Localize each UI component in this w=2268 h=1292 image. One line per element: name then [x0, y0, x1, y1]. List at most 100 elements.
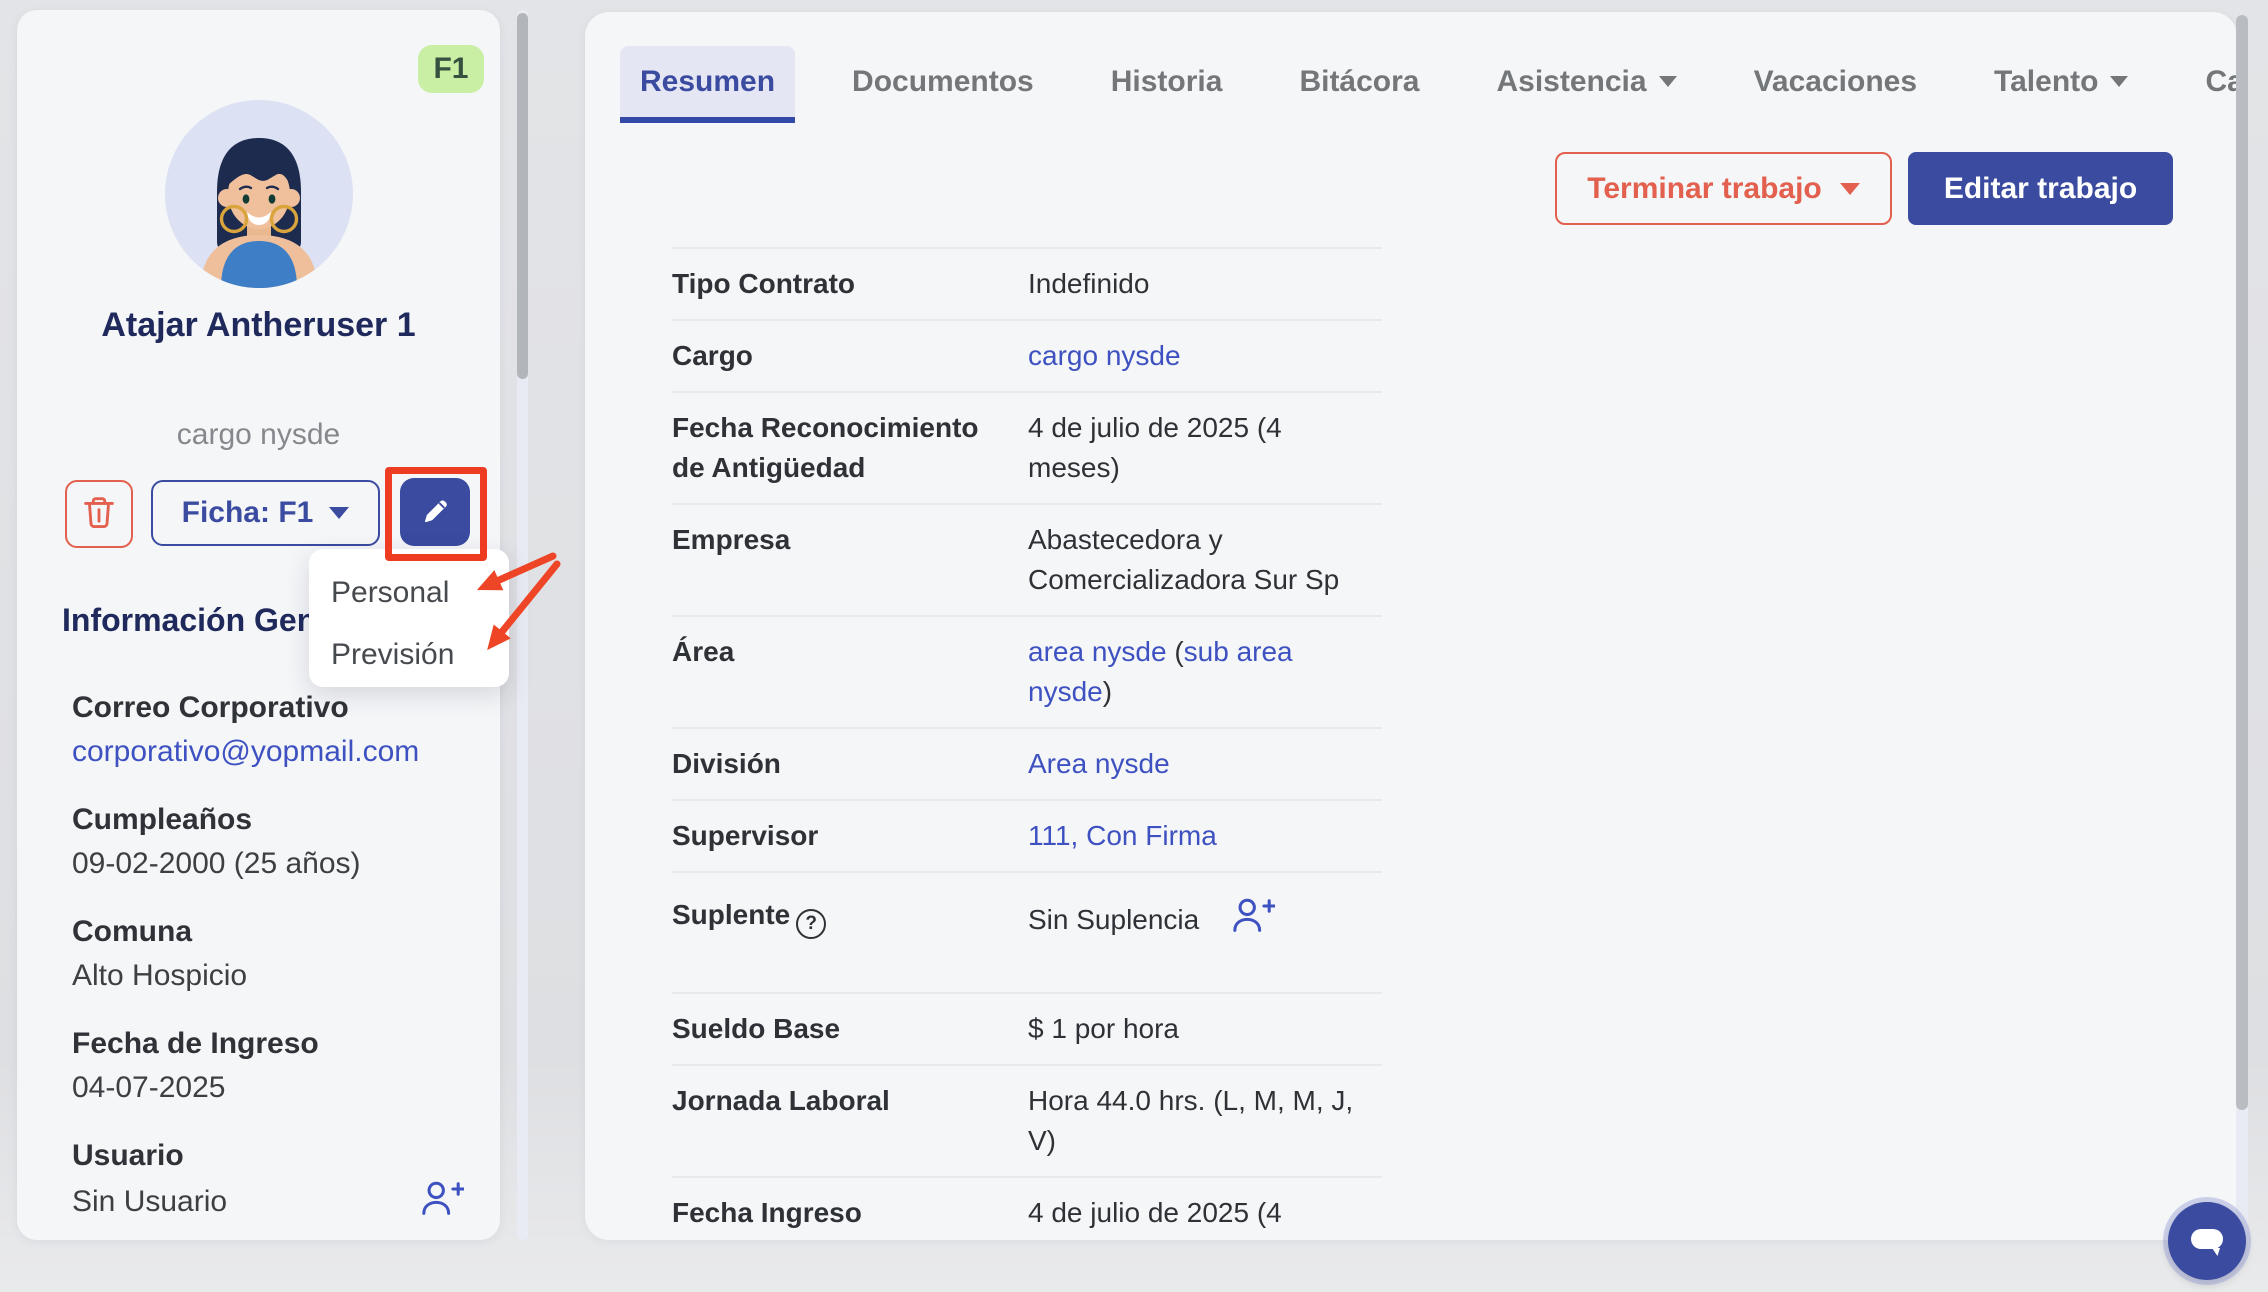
- tab-bitacora[interactable]: Bitácora: [1279, 46, 1439, 123]
- detail-label-text: Fecha Reconocimiento de Antigüedad: [672, 412, 979, 483]
- field-value-link[interactable]: corporativo@yopmail.com: [72, 730, 419, 774]
- detail-value-text: 4 de julio de 2025 (4 meses): [1028, 1197, 1282, 1240]
- detail-value: $ 1 por hora: [1028, 1009, 1373, 1049]
- tab-label: Vacaciones: [1754, 65, 1917, 99]
- field-label: Cumpleaños: [72, 798, 464, 842]
- tab-label: Historia: [1111, 65, 1223, 99]
- terminar-trabajo-button[interactable]: Terminar trabajo: [1555, 152, 1892, 225]
- field-value-row: corporativo@yopmail.com: [72, 730, 464, 774]
- detail-value-text: 4 de julio de 2025 (4 meses): [1028, 412, 1282, 483]
- detail-value-link[interactable]: cargo nysde: [1028, 340, 1181, 371]
- status-badge: F1: [418, 45, 484, 93]
- edit-profile-button[interactable]: [400, 478, 470, 546]
- detail-value: Area nysde: [1028, 744, 1373, 784]
- detail-label-text: Empresa: [672, 524, 790, 555]
- detail-value-text: ): [1103, 676, 1112, 707]
- detail-value: 4 de julio de 2025 (4 meses): [1028, 408, 1373, 488]
- ficha-selector-dropdown[interactable]: Ficha: F1: [151, 480, 380, 546]
- tab-documentos[interactable]: Documentos: [832, 46, 1054, 123]
- main-scrollbar-track: [2236, 15, 2248, 1240]
- tab-capacitaciones[interactable]: Capacitaciones: [2185, 46, 2237, 123]
- tab-label: Asistencia: [1496, 65, 1646, 99]
- editar-trabajo-button[interactable]: Editar trabajo: [1908, 152, 2173, 225]
- field-value: 09-02-2000 (25 años): [72, 842, 361, 886]
- field-label: Comuna: [72, 910, 464, 954]
- detail-label: Suplente?: [672, 895, 1004, 948]
- tab-label: Talento: [1994, 65, 2098, 99]
- info-field-correo-corporativo: Correo Corporativocorporativo@yopmail.co…: [72, 686, 464, 774]
- detail-value-text: $ 1 por hora: [1028, 1013, 1179, 1044]
- tab-talento[interactable]: Talento: [1974, 46, 2148, 123]
- detail-label: Área: [672, 632, 1004, 712]
- detail-label-text: Cargo: [672, 340, 753, 371]
- info-field-comuna: ComunaAlto Hospicio: [72, 910, 464, 998]
- detail-value: Abastecedora y Comercializadora Sur Sp: [1028, 520, 1373, 600]
- tab-vacaciones[interactable]: Vacaciones: [1734, 46, 1937, 123]
- page: F1: [0, 0, 2268, 1292]
- detail-label-text: Fecha Ingreso Compañía: [672, 1197, 862, 1240]
- detail-row-area: Área area nysde (sub area nysde): [672, 615, 1382, 727]
- tab-historia[interactable]: Historia: [1091, 46, 1243, 123]
- detail-label: Fecha Ingreso Compañía: [672, 1193, 1004, 1240]
- detail-label-text: División: [672, 748, 781, 779]
- chevron-down-icon: [2110, 76, 2128, 87]
- main-scrollbar-thumb[interactable]: [2236, 15, 2248, 1110]
- detail-row-empresa: Empresa Abastecedora y Comercializadora S…: [672, 503, 1382, 615]
- field-value-row: 09-02-2000 (25 años): [72, 842, 464, 886]
- sidebar-scrollbar-track: [517, 10, 528, 1240]
- edit-menu: PersonalPrevisión: [309, 549, 509, 687]
- field-value-row: Sin Usuario: [72, 1178, 464, 1225]
- editar-trabajo-label: Editar trabajo: [1944, 172, 2137, 206]
- detail-value: area nysde (sub area nysde): [1028, 632, 1373, 712]
- detail-label: Sueldo Base: [672, 1009, 1004, 1049]
- field-value-row: Alto Hospicio: [72, 954, 464, 998]
- detail-value-link[interactable]: Area nysde: [1028, 748, 1170, 779]
- detail-value: 111, Con Firma: [1028, 816, 1373, 856]
- detail-row-tipo-contrato: Tipo ContratoIndefinido: [672, 247, 1382, 319]
- field-value: Sin Usuario: [72, 1180, 227, 1224]
- detail-label-text: Suplente: [672, 899, 790, 930]
- info-field-fecha-de-ingreso: Fecha de Ingreso04-07-2025: [72, 1022, 464, 1110]
- info-field-usuario: UsuarioSin Usuario: [72, 1134, 464, 1225]
- field-label: Correo Corporativo: [72, 686, 464, 730]
- help-icon[interactable]: ?: [796, 909, 826, 939]
- detail-value: 4 de julio de 2025 (4 meses): [1028, 1193, 1373, 1240]
- tab-asistencia[interactable]: Asistencia: [1476, 46, 1696, 123]
- detail-label-text: Jornada Laboral: [672, 1085, 890, 1116]
- avatar: [165, 100, 353, 288]
- tab-resumen[interactable]: Resumen: [620, 46, 795, 123]
- detail-row-cargo: Cargo cargo nysde: [672, 319, 1382, 391]
- main-panel: Resumen Documentos Historia Bitácora Asisten…: [585, 12, 2237, 1240]
- field-label: Fecha de Ingreso: [72, 1022, 464, 1066]
- detail-label-text: Tipo Contrato: [672, 268, 855, 299]
- tab-bar: Resumen Documentos Historia Bitácora Asisten…: [620, 46, 2237, 123]
- tab-label: Resumen: [640, 65, 775, 99]
- details-table: Tipo ContratoIndefinido Cargo cargo nysde F…: [672, 247, 1382, 1240]
- detail-label: Empresa: [672, 520, 1004, 600]
- detail-value-text: Sin Suplencia: [1028, 904, 1199, 935]
- detail-row-sueldo-base: Sueldo Base $ 1 por hora: [672, 992, 1382, 1064]
- sidebar-scrollbar-thumb[interactable]: [517, 13, 528, 379]
- detail-label-text: Sueldo Base: [672, 1013, 840, 1044]
- detail-value-text: (: [1167, 636, 1184, 667]
- detail-value-link[interactable]: area nysde: [1028, 636, 1167, 667]
- detail-label-text: Supervisor: [672, 820, 818, 851]
- person-add-icon[interactable]: [418, 1178, 464, 1225]
- chat-launcher-button[interactable]: [2168, 1202, 2246, 1280]
- chevron-down-icon: [1840, 183, 1860, 195]
- detail-row-jornada-laboral: Jornada Laboral Hora 44.0 hrs. (L, M, M, …: [672, 1064, 1382, 1176]
- tab-label: Documentos: [852, 65, 1034, 99]
- field-value-row: 04-07-2025: [72, 1066, 464, 1110]
- delete-employee-button[interactable]: [65, 480, 133, 548]
- detail-label: Fecha Reconocimiento de Antigüedad: [672, 408, 1004, 488]
- detail-label-text: Área: [672, 636, 734, 667]
- detail-label: Supervisor: [672, 816, 1004, 856]
- info-field-cumpleanos: Cumpleaños09-02-2000 (25 años): [72, 798, 464, 886]
- detail-value-link[interactable]: 111, Con Firma: [1028, 820, 1217, 851]
- detail-row-fecha-reconocimiento-de-antiguedad: Fecha Reconocimiento de Antigüedad 4 de j…: [672, 391, 1382, 503]
- detail-value-text: Hora 44.0 hrs. (L, M, M, J, V): [1028, 1085, 1353, 1156]
- detail-value: cargo nysde: [1028, 336, 1373, 376]
- person-add-icon[interactable]: [1229, 895, 1275, 948]
- menu-item-personal[interactable]: Personal: [309, 562, 509, 624]
- menu-item-prevision[interactable]: Previsión: [309, 624, 509, 686]
